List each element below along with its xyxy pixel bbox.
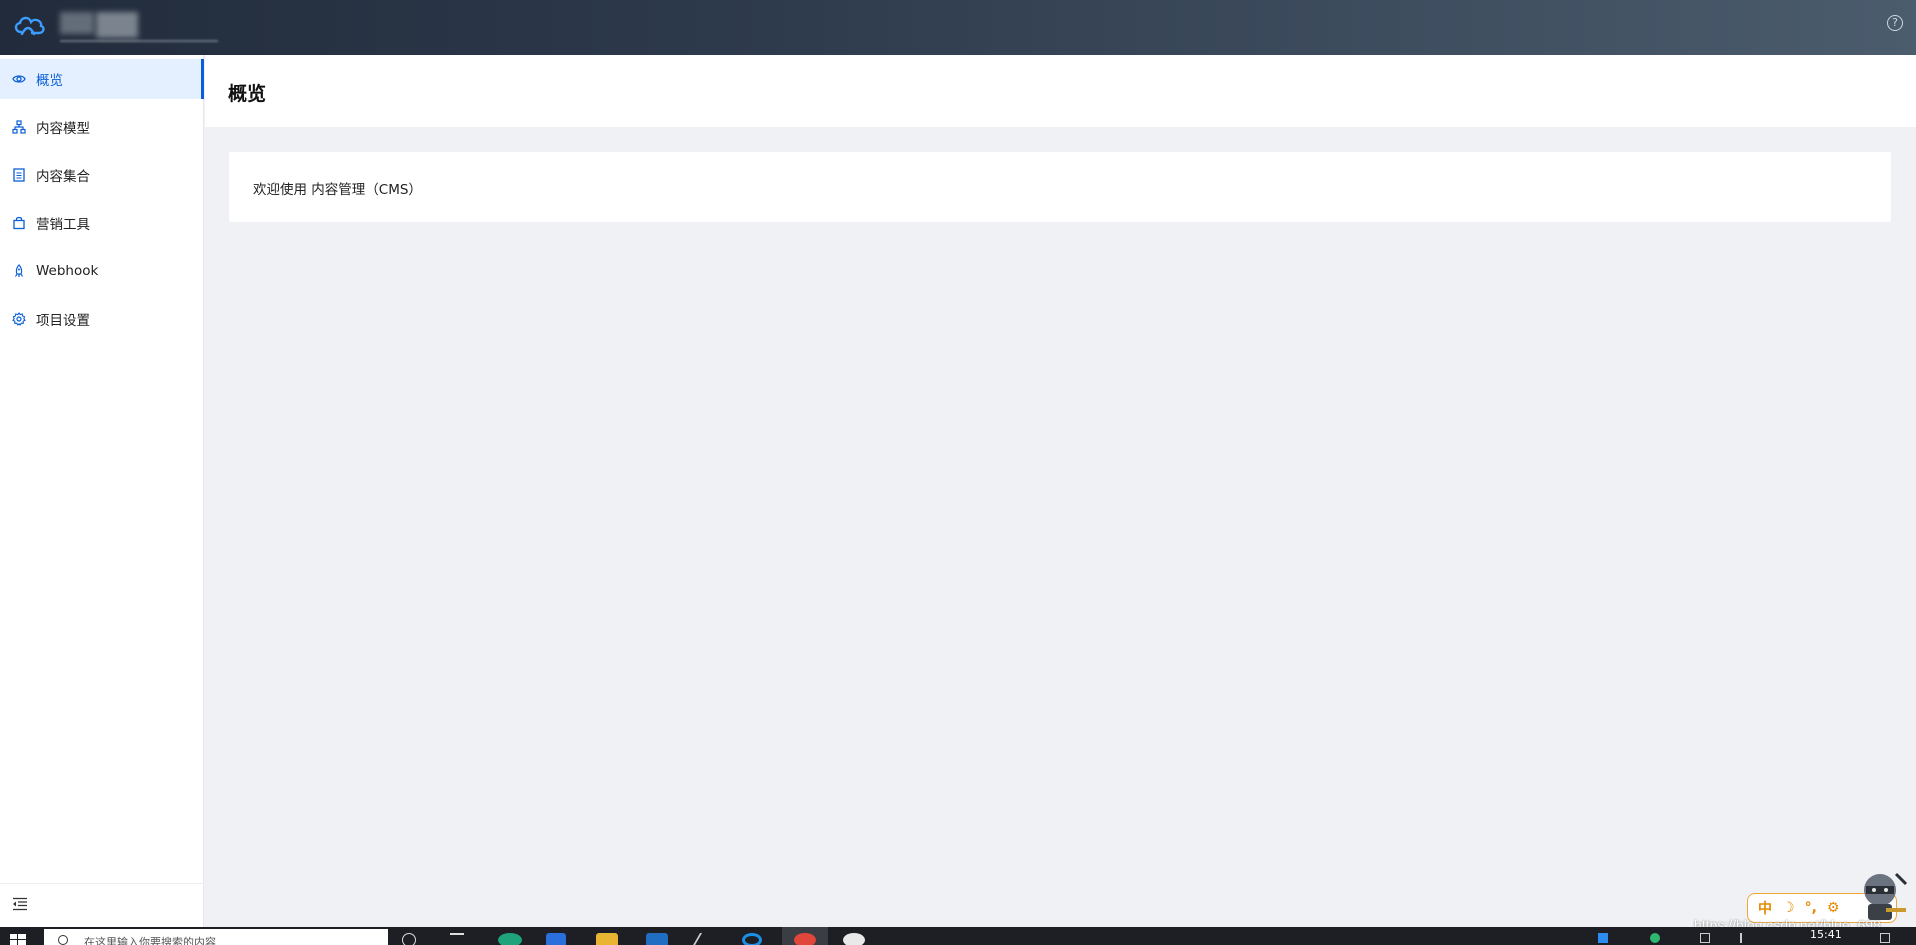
chrome-icon[interactable] xyxy=(794,933,816,945)
project-name-underline xyxy=(60,40,218,42)
cloud-logo-icon[interactable] xyxy=(12,12,46,40)
question-circle-icon[interactable]: ? xyxy=(1887,15,1903,31)
sidebar-item-overview[interactable]: 概览 xyxy=(0,59,204,99)
app-circle-icon[interactable] xyxy=(742,933,762,945)
mail-icon[interactable] xyxy=(646,933,668,945)
sidebar-item-label: Webhook xyxy=(36,263,99,279)
sidebar-item-label: 内容模型 xyxy=(36,121,90,137)
os-taskbar: 在这里输入你要搜索的内容 15:41 xyxy=(0,927,1916,945)
sidebar: 概览 内容模型 内容集合 营销工具 Webhook 项目设置 xyxy=(0,55,204,927)
sidebar-item-webhook[interactable]: Webhook xyxy=(0,251,204,291)
mascot-image xyxy=(1864,872,1908,920)
taskbar-clock[interactable]: 15:41 xyxy=(1810,928,1842,941)
top-header: ? xyxy=(0,0,1916,55)
cortana-icon[interactable] xyxy=(402,933,416,945)
welcome-card: 欢迎使用 内容管理（CMS） xyxy=(229,152,1891,222)
ime-chinese-toggle[interactable]: 中 xyxy=(1758,898,1772,918)
gear-icon xyxy=(12,312,26,326)
punctuation-toggle[interactable]: °, xyxy=(1805,900,1817,916)
list-doc-icon xyxy=(13,168,25,182)
page-header: 概览 xyxy=(205,55,1916,127)
eye-icon xyxy=(12,75,26,83)
pen-tool-icon[interactable] xyxy=(691,933,719,945)
welcome-text: 欢迎使用 内容管理（CMS） xyxy=(253,182,422,198)
bag-icon xyxy=(13,216,25,230)
sidebar-footer xyxy=(0,883,204,927)
sidebar-item-content-model[interactable]: 内容模型 xyxy=(0,107,204,147)
tray-app-icon[interactable] xyxy=(1598,933,1608,943)
sidebar-item-content-collection[interactable]: 内容集合 xyxy=(0,155,204,195)
sidebar-item-label: 内容集合 xyxy=(36,169,90,185)
app-white-circle-icon[interactable] xyxy=(843,933,865,945)
sidebar-item-label: 项目设置 xyxy=(36,313,90,329)
page-title: 概览 xyxy=(228,83,267,105)
taskbar-search-input[interactable]: 在这里输入你要搜索的内容 xyxy=(44,929,388,945)
project-name-blurred-2 xyxy=(96,12,138,38)
rocket-icon xyxy=(14,264,24,277)
sidebar-item-project-settings[interactable]: 项目设置 xyxy=(0,299,204,339)
search-icon xyxy=(58,935,68,945)
tray-status-icon[interactable] xyxy=(1650,933,1660,943)
gear-icon[interactable]: ⚙ xyxy=(1827,900,1840,916)
tray-network-icon[interactable] xyxy=(1700,933,1710,943)
sitemap-icon xyxy=(12,120,26,134)
edge-icon[interactable] xyxy=(498,933,522,945)
app-e-icon[interactable] xyxy=(546,933,566,945)
menu-fold-icon[interactable] xyxy=(12,897,28,911)
sidebar-item-label: 概览 xyxy=(36,73,63,89)
search-placeholder: 在这里输入你要搜索的内容 xyxy=(84,936,216,945)
sidebar-item-label: 营销工具 xyxy=(36,217,90,233)
moon-icon[interactable]: ☽ xyxy=(1782,900,1795,916)
notification-icon[interactable] xyxy=(1880,933,1890,943)
task-view-icon[interactable] xyxy=(450,933,464,945)
project-name-blurred xyxy=(60,12,94,34)
sidebar-item-marketing[interactable]: 营销工具 xyxy=(0,203,204,243)
tray-volume-icon[interactable] xyxy=(1740,933,1750,943)
file-explorer-icon[interactable] xyxy=(596,933,618,945)
windows-start-icon[interactable] xyxy=(10,934,26,945)
